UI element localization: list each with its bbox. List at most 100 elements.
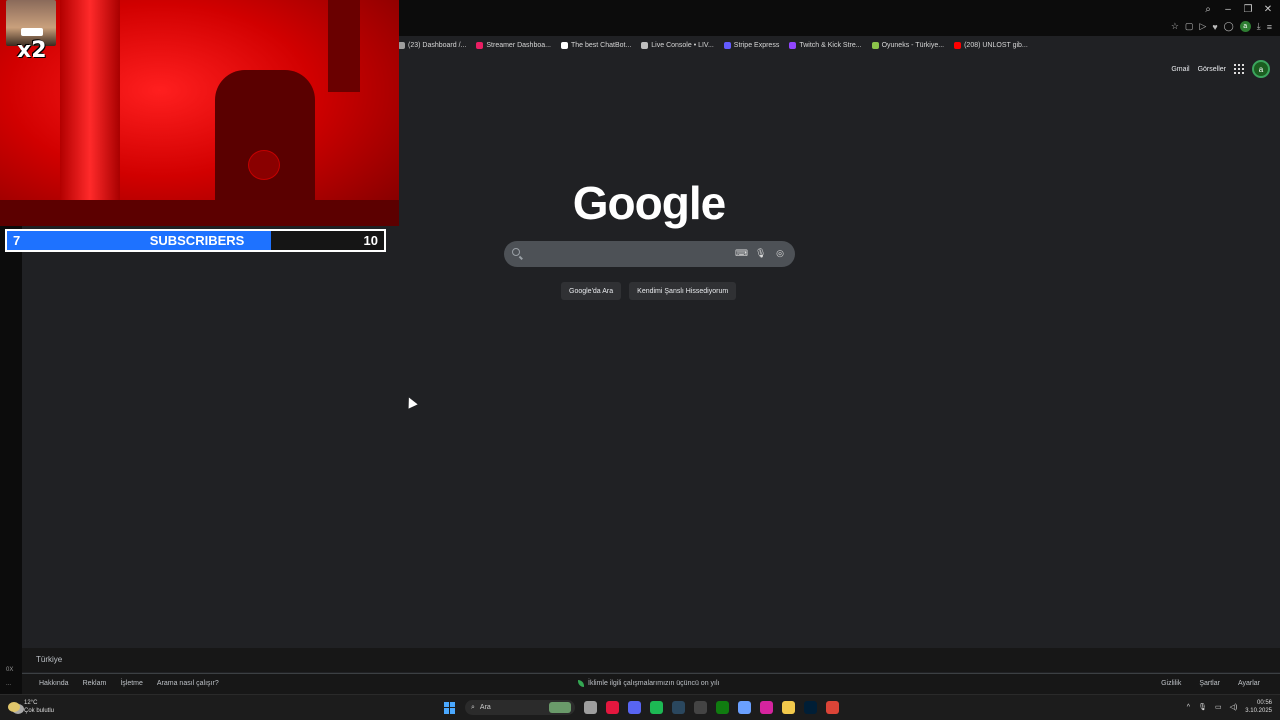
- footer-link-how-search-works[interactable]: Arama nasıl çalışır?: [157, 680, 219, 687]
- bookmark-favicon-icon: [871, 41, 879, 49]
- microphone-icon[interactable]: 🎙: [755, 248, 766, 258]
- footer-country: Türkiye: [22, 648, 1280, 672]
- taskbar-search-label: Ara: [479, 704, 491, 711]
- bookmark-item[interactable]: (208) UNLOST gib...: [954, 38, 1028, 52]
- profile-icon[interactable]: a: [1239, 21, 1251, 32]
- instagram-icon[interactable]: [760, 701, 773, 714]
- screen: ⌕ – ❐ ✕ ☆ ▢ ▷ ♥ ◯ a ⤓ ≡ (23) Dashboard /…: [0, 0, 1280, 720]
- opera-icon[interactable]: [606, 701, 619, 714]
- epic-games-icon[interactable]: [694, 701, 707, 714]
- bookmark-favicon-icon: [560, 41, 568, 49]
- taskbar-search[interactable]: ⌕ Ara: [465, 700, 575, 715]
- search-icon: ⌕: [471, 703, 475, 711]
- play-icon[interactable]: ▷: [1199, 21, 1206, 32]
- xbox-icon[interactable]: [716, 701, 729, 714]
- google-apps-icon[interactable]: [1234, 64, 1244, 74]
- search-highlight-image: [549, 702, 571, 713]
- subscriber-goal-bar: 7 SUBSCRIBERS 10: [5, 229, 386, 252]
- bookmarks-bar: (23) Dashboard /... Streamer Dashboa... Th…: [398, 38, 1028, 52]
- clock-date: 3.10.2025: [1245, 708, 1272, 714]
- bookmark-label: The best ChatBot...: [570, 41, 632, 49]
- search-tabs-icon[interactable]: ⌕: [1202, 4, 1214, 15]
- download-icon[interactable]: ⤓: [1257, 21, 1261, 32]
- restore-icon[interactable]: ❐: [1242, 4, 1254, 15]
- chair-logo: [248, 150, 280, 180]
- weather-desc: Çok bulutlu: [24, 708, 55, 714]
- bookmark-item[interactable]: Oyuneks - Türkiye...: [871, 38, 945, 52]
- bookmark-item[interactable]: Twitch & Kick Stre...: [789, 38, 862, 52]
- subscriber-label: SUBSCRIBERS: [149, 233, 245, 248]
- bookmark-favicon-icon: [641, 41, 649, 49]
- minimize-icon[interactable]: –: [1222, 4, 1234, 15]
- gmail-link[interactable]: Gmail: [1171, 66, 1189, 73]
- footer-link-advertising[interactable]: Reklam: [83, 680, 107, 687]
- windows-taskbar: 12°C Çok bulutlu ⌕ Ara ^ 🎙 ▭ ◁) 00:56 3.…: [0, 694, 1280, 720]
- bookmark-favicon-icon: [954, 41, 962, 49]
- footer-link-climate[interactable]: İklimle ilgili çalışmalarımızın üçüncü o…: [588, 680, 720, 687]
- copilot-icon[interactable]: [738, 701, 751, 714]
- webcam-desk: [0, 200, 399, 226]
- folder-icon[interactable]: [782, 701, 795, 714]
- cast-icon[interactable]: ▢: [1185, 21, 1194, 32]
- bookmark-label: Twitch & Kick Stre...: [799, 41, 862, 49]
- weather-cloud-icon: [8, 702, 20, 712]
- keyboard-icon[interactable]: ⌨: [735, 248, 748, 258]
- footer-link-privacy[interactable]: Gizlilik: [1161, 680, 1181, 687]
- clock[interactable]: 00:56 3.10.2025: [1245, 699, 1272, 715]
- bookmark-label: Stripe Express: [733, 41, 780, 49]
- subscriber-goal: 10: [363, 233, 378, 248]
- start-button-icon[interactable]: [444, 701, 456, 714]
- close-icon[interactable]: ✕: [1262, 4, 1274, 15]
- footer-link-terms[interactable]: Şartlar: [1199, 680, 1220, 687]
- clock-time: 00:56: [1256, 700, 1272, 706]
- bookmark-favicon-icon: [398, 41, 405, 49]
- multiplier-label: x2: [17, 38, 47, 63]
- extensions-bar: ☆ ▢ ▷ ♥ ◯ a ⤓ ≡: [1171, 21, 1272, 32]
- volume-icon[interactable]: ◁): [1230, 703, 1238, 711]
- bookmark-label: Live Console • LIV...: [651, 41, 714, 49]
- chrome-icon[interactable]: [826, 701, 839, 714]
- bookmark-star-icon[interactable]: ☆: [1171, 21, 1179, 32]
- bookmark-label: Oyuneks - Türkiye...: [881, 41, 945, 49]
- bookmark-favicon-icon: [789, 41, 797, 49]
- system-tray: ^ 🎙 ▭ ◁) 00:56 3.10.2025: [1187, 699, 1272, 715]
- bookmark-favicon-icon: [723, 41, 731, 49]
- footer-link-about[interactable]: Hakkında: [39, 680, 69, 687]
- steam-icon[interactable]: [672, 701, 685, 714]
- google-header: Gmail Görseller a: [1171, 60, 1270, 78]
- footer-links: Hakkında Reklam İşletme Arama nasıl çalı…: [22, 673, 1280, 694]
- taskbar-apps: ⌕ Ara: [444, 700, 839, 715]
- lens-camera-icon[interactable]: ◎: [775, 248, 785, 258]
- search-box[interactable]: ⌨ 🎙 ◎: [504, 241, 795, 267]
- side-panel-label: 0X: [6, 667, 14, 673]
- discord-icon[interactable]: [628, 701, 641, 714]
- heart-icon[interactable]: ♥: [1212, 22, 1217, 32]
- tray-overflow-icon[interactable]: ^: [1187, 704, 1190, 711]
- side-panel-more[interactable]: ...: [6, 681, 11, 687]
- images-link[interactable]: Görseller: [1198, 66, 1226, 73]
- chat-icon[interactable]: ◯: [1224, 21, 1234, 32]
- menu-icon[interactable]: ≡: [1267, 22, 1272, 32]
- search-buttons: Google'da Ara Kendimi Şanslı Hissediyoru…: [561, 282, 737, 300]
- photoshop-icon[interactable]: [804, 701, 817, 714]
- file-explorer-icon[interactable]: [584, 701, 597, 714]
- account-avatar[interactable]: a: [1252, 60, 1270, 78]
- google-search-button[interactable]: Google'da Ara: [561, 282, 622, 300]
- webcam-poster: [328, 0, 360, 92]
- bookmark-label: Streamer Dashboa...: [486, 41, 551, 49]
- bookmark-item[interactable]: Live Console • LIV...: [641, 38, 714, 52]
- spotify-icon[interactable]: [650, 701, 663, 714]
- feeling-lucky-button[interactable]: Kendimi Şanslı Hissediyorum: [629, 282, 737, 300]
- bookmark-item[interactable]: Streamer Dashboa...: [476, 38, 551, 52]
- window-controls: ⌕ – ❐ ✕: [1202, 4, 1274, 15]
- mic-icon[interactable]: 🎙: [1198, 703, 1207, 711]
- search-icon: [512, 248, 520, 256]
- webcam-background: [60, 0, 120, 226]
- footer-link-settings[interactable]: Ayarlar: [1238, 680, 1260, 687]
- bookmark-item[interactable]: (23) Dashboard /...: [398, 38, 466, 52]
- footer-link-business[interactable]: İşletme: [120, 680, 143, 687]
- weather-widget[interactable]: 12°C Çok bulutlu: [8, 699, 54, 715]
- network-icon[interactable]: ▭: [1215, 703, 1222, 711]
- bookmark-item[interactable]: Stripe Express: [723, 38, 780, 52]
- bookmark-item[interactable]: The best ChatBot...: [560, 38, 632, 52]
